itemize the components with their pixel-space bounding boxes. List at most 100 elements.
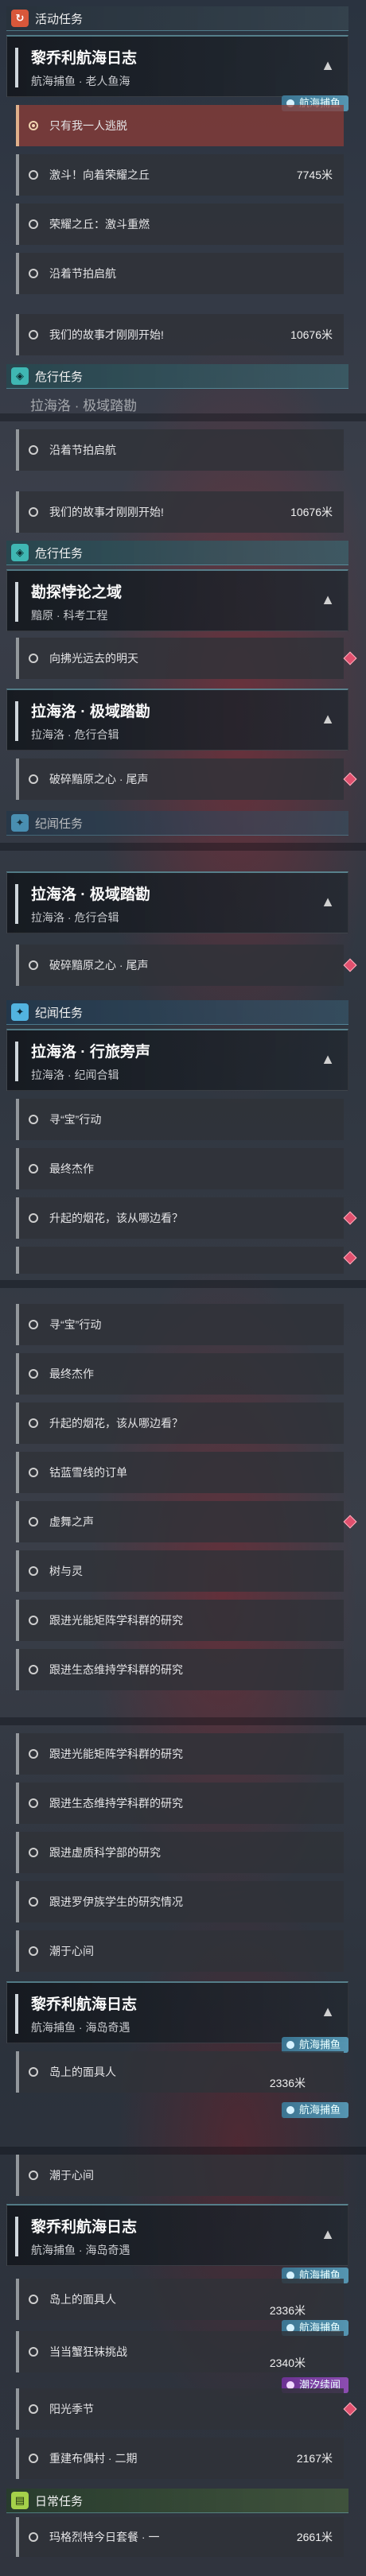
quest-distance: 7745米 [296, 169, 333, 181]
radio-icon [29, 774, 38, 784]
radio-icon [29, 1665, 38, 1674]
quest-row[interactable]: 我们的故事才刚刚开始! 10676米 [16, 314, 344, 355]
quest-row[interactable]: 升起的烟花，该从哪边看？ [16, 1197, 357, 1239]
radio-icon [29, 1517, 38, 1527]
quest-row[interactable]: 重建布偶村 · 二期 2167米 [16, 2438, 344, 2479]
section-daily-quests[interactable]: ▤ 日常任务 [6, 2489, 348, 2513]
radio-icon [29, 269, 38, 278]
collapse-chevron-icon[interactable]: ▲ [321, 711, 335, 727]
quest-label: 沿着节拍启航 [49, 267, 116, 280]
quest-row[interactable]: 钴蓝雪线的订单 [16, 1452, 344, 1493]
quest-row[interactable]: 最终杰作 [16, 1148, 344, 1189]
section-lore-quests[interactable]: ✦ 纪闻任务 [6, 1000, 348, 1025]
radio-icon [29, 2454, 38, 2463]
quest-group-header[interactable]: 黎乔利航海日志 航海捕鱼 · 海岛奇遇 ▲ [6, 2204, 348, 2266]
quest-row[interactable]: 虚舞之声 [16, 1501, 357, 1542]
quest-group-header[interactable]: 拉海洛 · 极域踏勘 拉海洛 · 危行合辑 ▲ [6, 689, 348, 751]
quest-row[interactable]: 跟进生态维持学科群的研究 [16, 1783, 344, 1824]
quest-group-subtitle: 拉海洛 · 危行合辑 [31, 728, 119, 741]
section-lore-quests[interactable]: ✦ 纪闻任务 [6, 811, 348, 836]
quest-row[interactable]: 升起的烟花，该从哪边看？ [16, 1402, 344, 1444]
quest-row[interactable]: 跟进光能矩阵学科群的研究 [16, 1733, 344, 1775]
quest-distance: 2167米 [296, 2452, 333, 2465]
quest-label: 寻“宝”行动 [49, 1113, 102, 1126]
radio-icon [29, 1616, 38, 1625]
quest-row[interactable]: 玛格烈特今日套餐 · 一 2661米 [16, 2517, 344, 2557]
map-marker-icon [343, 1515, 357, 1529]
quest-group-header[interactable]: 拉海洛 · 行旅旁声 拉海洛 · 纪闻合辑 ▲ [6, 1029, 348, 1091]
map-marker-icon [343, 958, 357, 972]
quest-row[interactable]: 跟进罗伊族学生的研究情况 [16, 1881, 344, 1922]
quest-label: 虚舞之声 [49, 1515, 94, 1528]
quest-row[interactable]: 最终杰作 [16, 1353, 344, 1395]
quest-group-header[interactable]: 黎乔利航海日志 航海捕鱼 · 海岛奇遇 ▲ [6, 1981, 348, 2043]
quest-group-header[interactable]: 拉海洛 · 极域踏勘 拉海洛 · 危行合辑 ▲ [6, 871, 348, 933]
quest-row[interactable]: 树与灵 [16, 1550, 344, 1592]
group-accent-bar [15, 1994, 18, 2034]
screen-separator [0, 843, 366, 851]
section-danger-quests[interactable]: ◈ 危行任务 [6, 364, 348, 389]
quest-label: 我们的故事才刚刚开始! [49, 328, 164, 341]
quest-row[interactable]: 寻“宝”行动 [16, 1099, 344, 1140]
quest-label: 我们的故事才刚刚开始! [49, 506, 164, 518]
quest-row[interactable] [16, 1247, 357, 1274]
radio-icon [29, 1320, 38, 1329]
quest-label: 跟进光能矩阵学科群的研究 [49, 1748, 183, 1760]
section-activity-quests[interactable]: ↻ 活动任务 [6, 6, 348, 31]
quest-row[interactable]: 跟进虚质科学部的研究 [16, 1832, 344, 1873]
quest-distance: 2340米 [269, 2357, 306, 2369]
radio-icon [29, 654, 38, 663]
quest-distance: 2336米 [269, 2077, 306, 2089]
collapse-chevron-icon[interactable]: ▲ [321, 57, 335, 74]
radio-icon [29, 2404, 38, 2414]
quest-row[interactable]: 我们的故事才刚刚开始! 10676米 [16, 491, 344, 533]
quest-row[interactable]: 潮于心间 [16, 1930, 344, 1972]
map-marker-icon [343, 2402, 357, 2416]
radio-icon [29, 1468, 38, 1477]
partial-title: 拉海洛 · 极域踏勘 [30, 398, 138, 413]
radio-icon [29, 121, 38, 130]
section-danger-quests[interactable]: ◈ 危行任务 [6, 541, 348, 565]
collapse-chevron-icon[interactable]: ▲ [321, 894, 335, 910]
radio-icon [29, 219, 38, 229]
quest-distance: 2336米 [269, 2304, 306, 2317]
quest-row[interactable]: 沿着节拍启航 [16, 429, 344, 471]
radio-icon [29, 2532, 38, 2542]
quest-row[interactable]: 沿着节拍启航 [16, 253, 344, 294]
group-accent-bar [15, 884, 18, 924]
section-title: 纪闻任务 [35, 817, 84, 831]
radio-icon [29, 1213, 38, 1223]
collapse-chevron-icon[interactable]: ▲ [321, 2004, 335, 2020]
quest-row[interactable]: 跟进生态维持学科群的研究 [16, 1649, 344, 1690]
quest-label: 向拂光远去的明天 [49, 652, 138, 665]
quest-label: 破碎黯原之心 · 尾声 [49, 959, 149, 972]
quest-group-subtitle: 拉海洛 · 危行合辑 [31, 911, 119, 924]
quest-label: 跟进虚质科学部的研究 [49, 1846, 161, 1859]
quest-row[interactable]: 当当蟹狂袜挑战 2340米 [16, 2331, 344, 2372]
quest-group-header[interactable]: 黎乔利航海日志 航海捕鱼 · 老人鱼海 ▲ [6, 35, 348, 97]
quest-row[interactable]: 破碎黯原之心 · 尾声 [16, 758, 357, 800]
quest-row-active[interactable]: 只有我一人逃脱 [16, 105, 344, 146]
quest-group-header[interactable]: 勘探悖论之域 黯原 · 科考工程 ▲ [6, 569, 348, 631]
quest-row[interactable]: 荣耀之丘：激斗重燃 [16, 204, 344, 245]
collapse-chevron-icon[interactable]: ▲ [321, 1051, 335, 1068]
quest-label: 跟进罗伊族学生的研究情况 [49, 1895, 183, 1908]
quest-row[interactable]: 向拂光远去的明天 [16, 638, 357, 679]
collapse-chevron-icon[interactable]: ▲ [321, 592, 335, 608]
quest-label: 最终杰作 [49, 1368, 94, 1380]
quest-group-subtitle: 黯原 · 科考工程 [31, 609, 108, 622]
quest-row[interactable]: 破碎黯原之心 · 尾声 [16, 945, 357, 986]
quest-row[interactable]: 跟进光能矩阵学科群的研究 [16, 1600, 344, 1641]
quest-row[interactable]: 岛上的面具人 2336米 [16, 2051, 344, 2093]
radio-icon [29, 1115, 38, 1124]
quest-group-title: 黎乔利航海日志 [31, 2219, 138, 2236]
quest-row[interactable]: 激斗！向着荣耀之丘 7745米 [16, 154, 344, 196]
quest-row[interactable]: 寻“宝”行动 [16, 1304, 344, 1345]
quest-row[interactable]: 岛上的面具人 2336米 [16, 2279, 344, 2320]
quest-label: 荣耀之丘：激斗重燃 [49, 218, 150, 231]
quest-row[interactable]: 潮于心间 [16, 2155, 344, 2196]
collapse-chevron-icon[interactable]: ▲ [321, 2226, 335, 2243]
radio-icon [29, 2067, 38, 2077]
radio-icon [29, 1369, 38, 1379]
quest-row[interactable]: 阳光季节 [16, 2388, 357, 2430]
